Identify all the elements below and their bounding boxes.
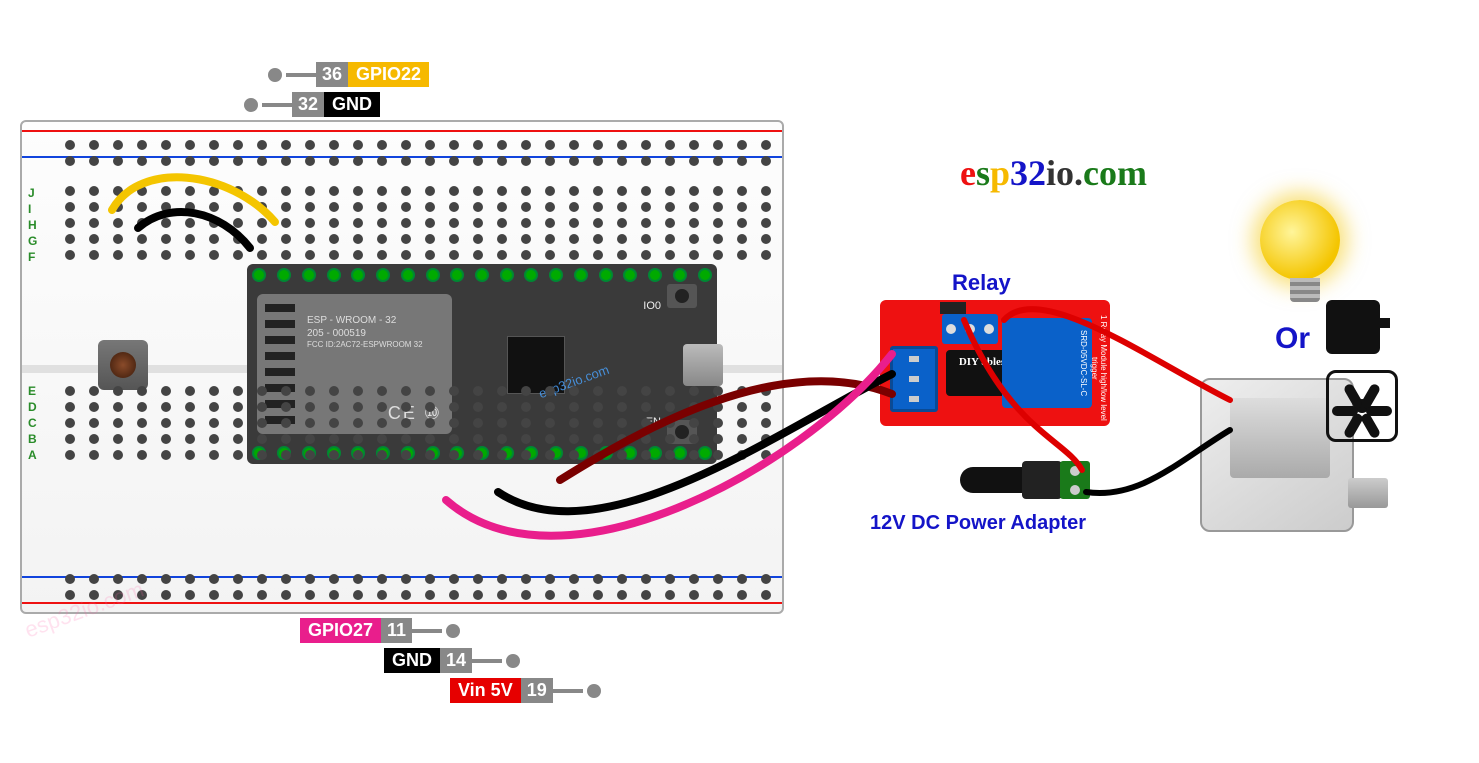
pin-tag-gnd-top: 32 GND xyxy=(240,92,380,117)
breadboard: /*gen*/ JIHGF EDCBA ESP - WROOM - 32 205… xyxy=(20,120,784,614)
dc-jack-terminals xyxy=(1060,461,1090,499)
pin-number: 32 xyxy=(292,92,324,117)
dc-jack-adapter xyxy=(960,455,1090,505)
pin-line xyxy=(286,73,316,77)
power-rail-top-pos xyxy=(22,130,782,132)
solenoid-coil xyxy=(1230,398,1330,478)
pin-dot xyxy=(244,98,258,112)
pin-dot xyxy=(506,654,520,668)
lightbulb-icon xyxy=(1260,200,1350,310)
relay-module: DIY ables SRD-05VDC-SL-C 1 Relay Module … xyxy=(880,300,1110,426)
pin-dot xyxy=(268,68,282,82)
row-letters-upper: JIHGF xyxy=(28,186,37,266)
relay-input-header xyxy=(890,346,938,412)
relay-coil-block: SRD-05VDC-SL-C xyxy=(1002,318,1092,408)
pin-line xyxy=(553,689,583,693)
pin-name: GPIO22 xyxy=(348,62,429,87)
pin-number: 36 xyxy=(316,62,348,87)
or-label: Or xyxy=(1275,322,1310,356)
pin-name: GND xyxy=(324,92,380,117)
esp32-markings: ESP - WROOM - 32 205 - 000519 FCC ID:2AC… xyxy=(307,314,423,350)
solenoid-plunger xyxy=(1348,478,1388,508)
pin-line xyxy=(262,103,292,107)
pin-name: GND xyxy=(384,648,440,673)
boot-button xyxy=(667,284,697,308)
push-button-cap xyxy=(110,352,136,378)
pin-tag-gnd-bot: GND 14 xyxy=(384,648,524,673)
dc-jack-body xyxy=(1022,461,1062,499)
barrel-plug-icon xyxy=(960,467,1030,493)
pin-number: 14 xyxy=(440,648,472,673)
pin-number: 11 xyxy=(381,618,412,643)
pin-dot xyxy=(587,684,601,698)
relay-jumper xyxy=(940,302,966,314)
cooling-fan-icon xyxy=(1326,370,1398,442)
pin-tag-vin5v: Vin 5V 19 xyxy=(450,678,605,703)
pin-dot xyxy=(446,624,460,638)
pin-number: 19 xyxy=(521,678,553,703)
row-letters-lower: EDCBA xyxy=(28,384,37,464)
pin-tag-gpio22: 36 GPIO22 xyxy=(264,62,429,87)
relay-label: Relay xyxy=(952,270,1011,296)
site-brand: esp32io.com xyxy=(960,152,1147,194)
io0-label: IO0 xyxy=(643,300,661,312)
pin-tag-gpio27: GPIO27 11 xyxy=(300,618,464,643)
water-pump-icon xyxy=(1326,300,1380,354)
relay-side-text: 1 Relay Module high/low level trigger xyxy=(1090,310,1108,426)
pin-line xyxy=(412,629,442,633)
dc-adapter-label: 12V DC Power Adapter xyxy=(870,512,1086,535)
pin-name: Vin 5V xyxy=(450,678,521,703)
relay-screw-terminals xyxy=(942,314,998,344)
pin-name: GPIO27 xyxy=(300,618,381,643)
pin-line xyxy=(472,659,502,663)
